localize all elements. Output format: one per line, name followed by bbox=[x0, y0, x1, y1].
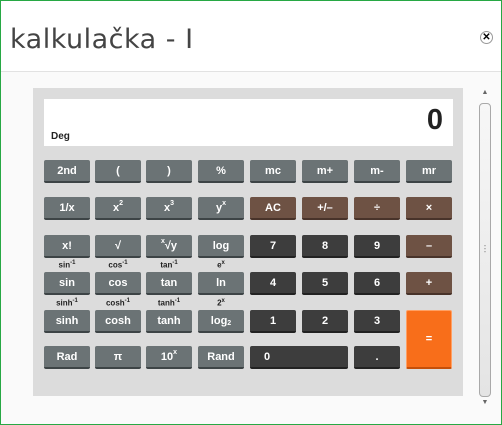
memory-recall-button[interactable]: mr bbox=[406, 160, 452, 183]
sinh-button[interactable]: sinh bbox=[44, 310, 90, 333]
arctanh-label: tanh-1 bbox=[146, 298, 192, 308]
grip-icon: --- bbox=[483, 241, 487, 256]
arcsinh-label-base: sinh bbox=[56, 298, 73, 308]
arcsin-label: sin-1 bbox=[44, 260, 90, 270]
dialog-content: Deg 0 2nd ( ) % mc m+ m- mr 1/x x2 x3 yx… bbox=[1, 72, 501, 424]
root-index: x bbox=[160, 238, 165, 245]
two-power-label: 2x bbox=[198, 298, 244, 308]
cube-exponent: 3 bbox=[170, 200, 175, 207]
reciprocal-button[interactable]: 1/x bbox=[44, 197, 90, 220]
window-title: kalkulačka - I bbox=[10, 24, 194, 55]
root-body: √y bbox=[164, 239, 178, 252]
arctan-label-exp: -1 bbox=[172, 260, 178, 266]
angle-mode-indicator: Deg bbox=[51, 131, 70, 142]
equals-button[interactable]: = bbox=[406, 310, 452, 369]
square-exponent: 2 bbox=[119, 200, 124, 207]
arcsinh-label-exp: -1 bbox=[72, 298, 78, 304]
digit-6-button[interactable]: 6 bbox=[354, 272, 400, 295]
cos-button[interactable]: cos bbox=[95, 272, 141, 295]
memory-add-button[interactable]: m+ bbox=[302, 160, 348, 183]
exp-label-exp: x bbox=[221, 260, 225, 266]
scroll-down-arrow-icon[interactable]: ▼ bbox=[476, 396, 494, 410]
cube-button[interactable]: x3 bbox=[146, 197, 192, 220]
digit-3-button[interactable]: 3 bbox=[354, 310, 400, 333]
vertical-scrollbar[interactable]: ▲ --- ▼ bbox=[476, 86, 494, 410]
sign-toggle-button[interactable]: +/– bbox=[302, 197, 348, 220]
decimal-point-button[interactable]: . bbox=[354, 346, 400, 369]
arccos-label-exp: -1 bbox=[122, 260, 128, 266]
calculator-display: Deg 0 bbox=[44, 99, 453, 146]
log-button[interactable]: log bbox=[198, 235, 244, 258]
all-clear-button[interactable]: AC bbox=[250, 197, 296, 220]
random-button[interactable]: Rand bbox=[198, 346, 244, 369]
close-icon[interactable]: ✕ bbox=[480, 31, 493, 44]
tan-button[interactable]: tan bbox=[146, 272, 192, 295]
arcsin-label-exp: -1 bbox=[70, 260, 76, 266]
arcsinh-label: sinh-1 bbox=[44, 298, 90, 308]
arccosh-label-base: cosh bbox=[105, 298, 125, 308]
dialog-window: kalkulačka - I ✕ Deg 0 2nd ( ) % mc m+ m… bbox=[0, 0, 502, 425]
square-root-button[interactable]: √ bbox=[95, 235, 141, 258]
digit-5-button[interactable]: 5 bbox=[302, 272, 348, 295]
arctan-label: tan-1 bbox=[146, 260, 192, 270]
square-button[interactable]: x2 bbox=[95, 197, 141, 220]
arctanh-label-base: tanh bbox=[157, 298, 175, 308]
sin-button[interactable]: sin bbox=[44, 272, 90, 295]
digit-4-button[interactable]: 4 bbox=[250, 272, 296, 295]
arctanh-label-exp: -1 bbox=[174, 298, 181, 304]
scroll-up-arrow-icon[interactable]: ▲ bbox=[476, 86, 494, 100]
digit-1-button[interactable]: 1 bbox=[250, 310, 296, 333]
scrollbar-thumb[interactable]: --- bbox=[479, 103, 491, 397]
calculator: Deg 0 2nd ( ) % mc m+ m- mr 1/x x2 x3 yx… bbox=[33, 88, 463, 396]
power-button[interactable]: yx bbox=[198, 197, 244, 220]
multiply-button[interactable]: × bbox=[406, 197, 452, 220]
arccosh-label-exp: -1 bbox=[124, 298, 130, 304]
minus-button[interactable]: – bbox=[406, 235, 452, 258]
digit-2-button[interactable]: 2 bbox=[302, 310, 348, 333]
ten-power-base: 10 bbox=[160, 350, 174, 363]
title-bar: kalkulačka - I ✕ bbox=[1, 1, 501, 72]
memory-subtract-button[interactable]: m- bbox=[354, 160, 400, 183]
second-function-button[interactable]: 2nd bbox=[44, 160, 90, 183]
percent-button[interactable]: % bbox=[198, 160, 244, 183]
power-exponent: x bbox=[222, 200, 227, 207]
arcsin-label-base: sin bbox=[58, 260, 71, 270]
exp-label: ex bbox=[198, 260, 244, 270]
divide-button[interactable]: ÷ bbox=[354, 197, 400, 220]
two-power-label-exp: x bbox=[221, 298, 225, 304]
nth-root-button[interactable]: x √y bbox=[146, 235, 192, 258]
display-value: 0 bbox=[426, 104, 443, 136]
log2-subscript: 2 bbox=[227, 320, 232, 327]
digit-8-button[interactable]: 8 bbox=[302, 235, 348, 258]
log2-base: log bbox=[210, 314, 228, 327]
right-paren-button[interactable]: ) bbox=[146, 160, 192, 183]
factorial-button[interactable]: x! bbox=[44, 235, 90, 258]
digit-9-button[interactable]: 9 bbox=[354, 235, 400, 258]
radians-button[interactable]: Rad bbox=[44, 346, 90, 369]
ten-power-exponent: x bbox=[173, 349, 178, 356]
arccosh-label: cosh-1 bbox=[95, 298, 141, 308]
ten-power-button[interactable]: 10 x bbox=[146, 346, 192, 369]
cosh-button[interactable]: cosh bbox=[95, 310, 141, 333]
plus-button[interactable]: + bbox=[406, 272, 452, 295]
memory-clear-button[interactable]: mc bbox=[250, 160, 296, 183]
pi-button[interactable]: π bbox=[95, 346, 141, 369]
tanh-button[interactable]: tanh bbox=[146, 310, 192, 333]
digit-7-button[interactable]: 7 bbox=[250, 235, 296, 258]
arccos-label: cos-1 bbox=[95, 260, 141, 270]
log2-button[interactable]: log 2 bbox=[198, 310, 244, 333]
arccos-label-base: cos bbox=[108, 260, 123, 270]
digit-0-button[interactable]: 0 bbox=[250, 346, 348, 369]
left-paren-button[interactable]: ( bbox=[95, 160, 141, 183]
ln-button[interactable]: ln bbox=[198, 272, 244, 295]
arctan-label-base: tan bbox=[160, 260, 173, 270]
